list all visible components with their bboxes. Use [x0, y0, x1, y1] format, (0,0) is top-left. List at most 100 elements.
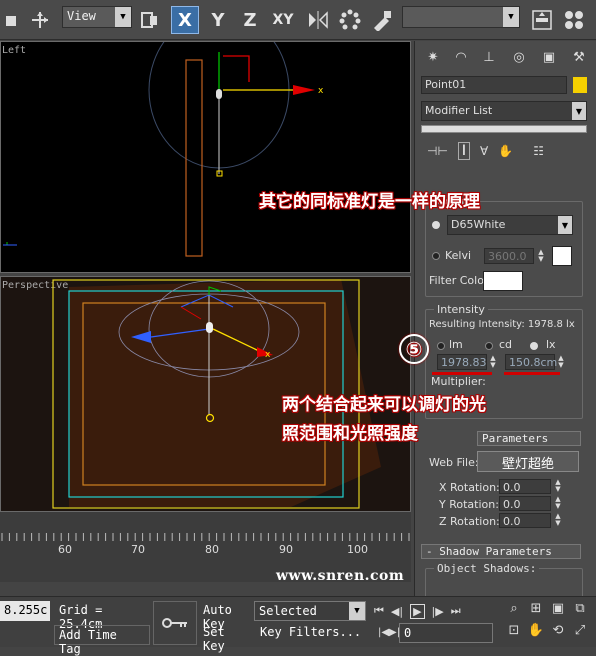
hierarchy-tab-icon[interactable]: ⊥	[477, 45, 501, 69]
add-time-tag-button[interactable]: Add Time Tag	[54, 625, 150, 656]
web-file-button[interactable]: 壁灯超绝	[477, 451, 579, 472]
cd-label: cd	[499, 338, 513, 351]
set-key-mode-button[interactable]	[153, 601, 197, 645]
coordinate-field[interactable]: 8.255c	[0, 601, 50, 621]
intensity-spinner-icon[interactable]: ▲ ▼	[489, 355, 497, 369]
axis-xy-button[interactable]: XY	[268, 8, 298, 32]
remove-modifier-icon[interactable]: ✋	[498, 144, 513, 158]
object-color-swatch[interactable]	[573, 77, 587, 93]
lm-label: lm	[449, 338, 463, 351]
reference-coord-select[interactable]: View ▼	[62, 6, 132, 28]
modifier-stack[interactable]	[421, 125, 587, 133]
cd-radio[interactable]	[485, 342, 493, 350]
gizmo-plane-red	[223, 55, 250, 82]
distance-field[interactable]: 150.8cm	[505, 354, 557, 370]
goto-end-icon[interactable]: ⏭	[451, 604, 461, 618]
modifier-list-select[interactable]: Modifier List ▼	[421, 101, 587, 121]
zoom-extents-icon[interactable]: ▣	[547, 601, 569, 623]
motion-tab-icon[interactable]: ◎	[507, 45, 531, 69]
material-editor-icon[interactable]	[562, 8, 586, 32]
y-rotation-spinner-icon[interactable]: ▲ ▼	[554, 496, 562, 510]
left-viewport[interactable]: Left x	[0, 41, 411, 273]
axis-x-button[interactable]: X	[171, 6, 199, 34]
object-shadows-title: Object Shadows:	[434, 562, 540, 575]
utilities-tab-icon[interactable]: ⚒	[567, 45, 591, 69]
timeline-tick-label: 70	[131, 543, 145, 556]
kelvin-color-swatch[interactable]	[552, 246, 572, 266]
set-key-button[interactable]: Set Key	[199, 623, 251, 653]
x-rotation-spinner-icon[interactable]: ▲ ▼	[554, 479, 562, 493]
x-rotation-label: X Rotation:	[439, 481, 500, 494]
web-parameters-rollout[interactable]: Parameters	[477, 431, 581, 446]
z-rotation-field[interactable]: 0.0	[499, 513, 551, 528]
kelvin-radio[interactable]	[432, 252, 440, 260]
y-rotation-field[interactable]: 0.0	[499, 496, 551, 511]
timeline-tick-label: 100	[347, 543, 368, 556]
prev-frame-icon[interactable]: ◀|	[391, 605, 403, 618]
goto-start-icon[interactable]: ⏮	[374, 604, 384, 618]
next-frame-icon[interactable]: |▶	[432, 605, 444, 618]
key-mode-toggle-icon[interactable]: |◀▶|	[378, 627, 400, 638]
viewport-nav-controls: ⌕ ⊞ ▣ ⧉ ⊡ ✋ ⟲ ⤢	[503, 601, 593, 645]
configure-sets-icon[interactable]: ☷	[533, 144, 544, 158]
zoom-icon[interactable]: ⌕	[503, 601, 525, 623]
x-rotation-field[interactable]: 0.0	[499, 479, 551, 494]
grid-size-readout: Grid = 25.4cm	[59, 603, 103, 631]
left-viewport-scene: x	[3, 42, 324, 257]
web-file-label: Web File:	[429, 456, 479, 469]
select-object-icon[interactable]	[0, 8, 24, 32]
kelvin-field[interactable]: 3600.0	[484, 248, 534, 264]
intensity-field[interactable]: 1978.83	[437, 354, 487, 370]
show-end-result-icon[interactable]: I	[457, 142, 471, 160]
axis-z-button[interactable]: Z	[238, 8, 262, 32]
annotation-top-note: 其它的同标准灯是一样的原理	[259, 192, 480, 212]
zoom-all-icon[interactable]: ⊞	[525, 601, 547, 623]
current-frame-field[interactable]: 0	[399, 623, 493, 643]
create-tab-icon[interactable]: ✷	[421, 45, 445, 69]
light-bulb-icon	[206, 322, 213, 333]
shadow-parameters-rollout[interactable]: - Shadow Parameters	[421, 544, 581, 559]
field-of-view-icon[interactable]: ⊡	[503, 623, 525, 645]
move-tool-icon[interactable]	[28, 8, 52, 32]
resulting-intensity-readout: Resulting Intensity: 1978.8 lx	[429, 319, 575, 330]
pin-stack-icon[interactable]: ⊣⊢	[427, 144, 448, 158]
orbit-icon[interactable]: ⟲	[547, 623, 569, 645]
key-icon	[162, 618, 187, 628]
object-name-field[interactable]: Point01	[421, 76, 567, 94]
wall-object	[185, 59, 203, 257]
lm-radio[interactable]	[437, 342, 445, 350]
named-selection-select[interactable]: ▼	[402, 6, 520, 28]
lx-label: lx	[546, 338, 556, 351]
command-panel-tabs: ✷ ◠ ⊥ ◎ ▣ ⚒	[419, 45, 593, 71]
status-bar: 8.255c Grid = 25.4cm Add Time Tag Auto K…	[0, 596, 596, 656]
pivot-center-icon[interactable]	[138, 8, 162, 32]
key-selection-select[interactable]: Selected ▼	[254, 601, 366, 621]
color-preset-select[interactable]: D65White ▼	[447, 215, 573, 235]
play-icon[interactable]: ▶	[410, 603, 425, 619]
make-unique-icon[interactable]: ∀	[480, 144, 488, 158]
kelvin-spinner-icon[interactable]: ▲ ▼	[537, 249, 545, 263]
layer-manager-icon[interactable]	[530, 8, 554, 32]
zoom-extents-all-icon[interactable]: ⧉	[569, 601, 591, 623]
align-icon[interactable]	[370, 8, 394, 32]
pan-icon[interactable]: ✋	[525, 623, 547, 645]
preset-radio[interactable]	[432, 221, 440, 229]
display-tab-icon[interactable]: ▣	[537, 45, 561, 69]
kelvin-label: Kelvi	[445, 249, 472, 262]
auto-key-button[interactable]: Auto Key	[199, 601, 251, 631]
chevron-down-icon: ▼	[572, 102, 586, 120]
mirror-icon[interactable]	[306, 8, 330, 32]
lx-radio[interactable]	[530, 342, 538, 350]
annotation-bottom-note-line2: 照范围和光照强度	[282, 424, 418, 444]
z-rotation-spinner-icon[interactable]: ▲ ▼	[554, 513, 562, 527]
intensity-highlight-underline	[432, 372, 492, 375]
filter-color-swatch[interactable]	[483, 271, 523, 291]
distance-spinner-icon[interactable]: ▲ ▼	[557, 355, 565, 369]
axis-y-button[interactable]: Y	[206, 8, 230, 32]
maximize-viewport-icon[interactable]: ⤢	[569, 623, 591, 645]
key-filters-button[interactable]: Key Filters...	[256, 623, 366, 643]
intensity-group-title: Intensity	[434, 303, 488, 316]
chevron-down-icon: ▼	[349, 602, 365, 620]
modify-tab-icon[interactable]: ◠	[449, 45, 473, 69]
array-icon[interactable]	[338, 8, 362, 32]
